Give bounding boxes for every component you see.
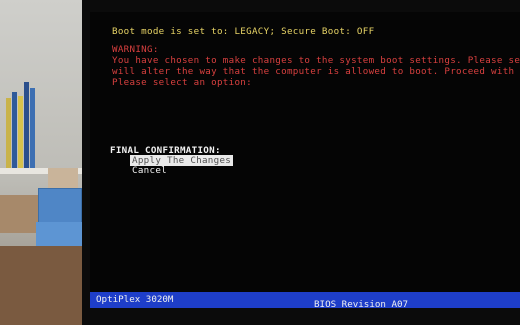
desk xyxy=(0,246,84,325)
book xyxy=(24,82,29,168)
warning-text-line: You have chosen to make changes to the s… xyxy=(112,55,520,66)
book xyxy=(12,92,17,168)
cancel-option[interactable]: Cancel xyxy=(132,165,167,176)
bios-revision: BIOS Revision A07 xyxy=(314,299,409,308)
storage-bin xyxy=(36,222,82,248)
model-name: OptiPlex 3020M xyxy=(96,294,174,305)
bios-screen: Boot mode is set to: LEGACY; Secure Boot… xyxy=(90,12,520,308)
boot-mode-status: Boot mode is set to: LEGACY; Secure Boot… xyxy=(112,26,375,37)
book xyxy=(6,98,11,168)
warning-title: WARNING: xyxy=(112,44,159,55)
cardboard-box xyxy=(0,195,38,233)
book xyxy=(18,96,23,168)
warning-prompt: Please select an option: xyxy=(112,77,252,88)
book xyxy=(30,88,35,168)
status-bar: OptiPlex 3020M BIOS Revision A07 xyxy=(90,292,520,308)
warning-text-line: will alter the way that the computer is … xyxy=(112,66,520,77)
